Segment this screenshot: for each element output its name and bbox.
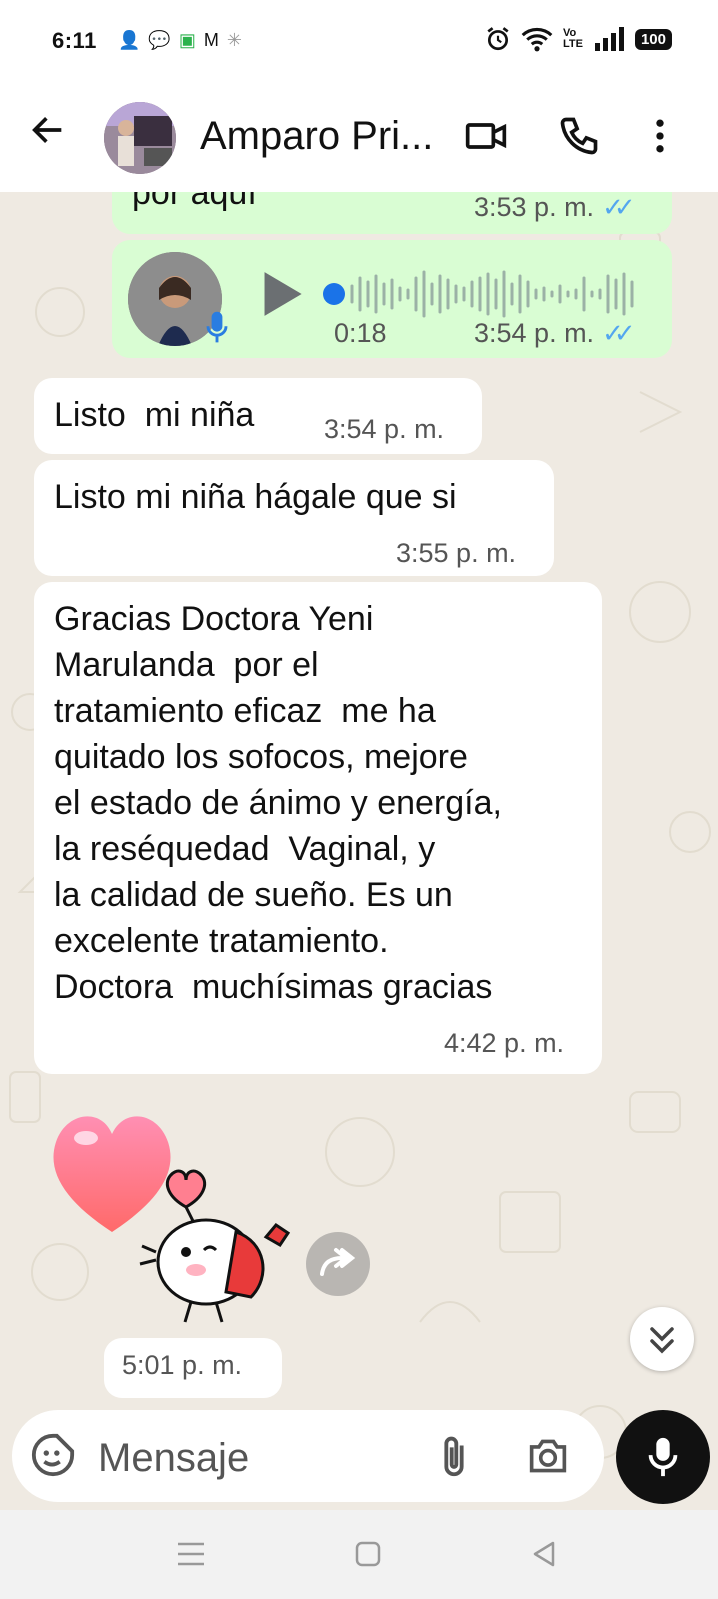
message-time: 3:54 p. m. ✓✓	[474, 318, 635, 349]
system-icons: Vo LTE 100	[485, 26, 672, 52]
contact-name[interactable]: Amparo Pri...	[200, 114, 433, 159]
system-nav-bar	[0, 1510, 718, 1599]
message-line: quitado los sofocos, mejore	[54, 738, 468, 776]
recents-icon[interactable]	[176, 1540, 206, 1568]
play-icon[interactable]	[260, 270, 304, 318]
scroll-to-bottom-button[interactable]	[630, 1307, 694, 1371]
back-nav-icon[interactable]	[530, 1540, 558, 1568]
phone-icon[interactable]	[557, 114, 601, 158]
message-line: la reséquedad Vaginal, y	[54, 830, 436, 868]
mic-small-icon	[206, 311, 228, 343]
message-line: excelente tratamiento.	[54, 922, 389, 960]
message-line: la calidad de sueño. Es un	[54, 876, 453, 914]
voice-record-button[interactable]	[616, 1410, 710, 1504]
home-icon[interactable]	[354, 1540, 382, 1568]
message-bubble-outgoing[interactable]: por aquí 3:53 p. m. ✓✓	[112, 192, 672, 234]
wifi-icon	[521, 27, 553, 52]
message-line: tratamiento eficaz me ha	[54, 692, 436, 730]
message-input[interactable]: Mensaje	[98, 1436, 249, 1481]
loading-icon: ✳	[226, 30, 242, 50]
message-text: por aquí	[132, 192, 257, 212]
attach-icon[interactable]	[436, 1434, 472, 1480]
message-composer[interactable]: Mensaje	[12, 1410, 604, 1502]
voice-duration: 0:18	[334, 318, 387, 348]
person-add-icon: 👤	[118, 30, 141, 50]
time-label: 3:53 p. m.	[474, 192, 595, 222]
more-vert-icon[interactable]	[638, 114, 682, 158]
message-time: 4:42 p. m.	[444, 1028, 565, 1058]
alarm-icon	[487, 27, 509, 51]
forward-button[interactable]	[306, 1232, 370, 1296]
emoji-sticker-icon[interactable]	[30, 1432, 76, 1478]
message-line: el estado de ánimo y energía,	[54, 784, 502, 822]
chat-icon: 💬	[148, 30, 171, 50]
message-text: Gracias Doctora Yeni Marulanda por el tr…	[54, 596, 502, 1010]
voice-message-bubble[interactable]: 0:18 3:54 p. m. ✓✓	[112, 240, 672, 358]
message-time: 5:01 p. m.	[122, 1350, 243, 1380]
status-bar: 6:11 👤 💬 ▣ M ✳ Vo LTE 100	[0, 0, 718, 82]
video-call-icon[interactable]	[464, 114, 508, 158]
notification-icons: 👤 💬 ▣ M ✳	[118, 30, 242, 50]
mic-icon	[648, 1437, 678, 1477]
message-bubble-incoming[interactable]: Listo mi niña 3:54 p. m.	[34, 378, 482, 454]
double-chevron-down-icon	[650, 1327, 674, 1354]
message-time: 3:55 p. m.	[396, 538, 517, 568]
volte-label: Vo LTE	[562, 27, 583, 50]
message-time: 3:53 p. m. ✓✓	[474, 192, 635, 223]
app-icon: ▣	[178, 30, 196, 50]
message-line: Doctora muchísimas gracias	[54, 968, 493, 1006]
message-text: Listo mi niña hágale que si	[54, 478, 457, 516]
message-bubble-incoming[interactable]: Gracias Doctora Yeni Marulanda por el tr…	[34, 582, 602, 1074]
camera-icon[interactable]	[526, 1436, 570, 1476]
message-time: 3:54 p. m.	[324, 414, 445, 444]
message-bubble-incoming[interactable]: Listo mi niña hágale que si 3:55 p. m.	[34, 460, 554, 576]
avatar[interactable]	[104, 102, 176, 174]
battery-indicator: 100	[634, 28, 672, 50]
audio-waveform[interactable]	[320, 268, 650, 320]
message-text: Listo mi niña	[54, 396, 255, 434]
back-arrow-icon[interactable]	[28, 110, 68, 150]
status-time: 6:11	[52, 28, 97, 53]
signal-icon	[594, 27, 624, 51]
double-check-icon: ✓✓	[602, 318, 635, 348]
message-line: Marulanda por el	[54, 646, 319, 684]
time-label: 3:54 p. m.	[474, 318, 595, 348]
gmail-icon: M	[203, 30, 219, 50]
chat-area[interactable]: por aquí 3:53 p. m. ✓✓ 0:18 3:54 p. m. ✓✓ …	[0, 192, 718, 1510]
double-check-icon: ✓✓	[602, 192, 635, 222]
message-line: Gracias Doctora Yeni	[54, 600, 374, 638]
chat-header: Amparo Pri...	[0, 82, 718, 192]
sticker-time-bubble: 5:01 p. m.	[104, 1338, 282, 1398]
forward-icon	[320, 1248, 356, 1276]
heart-sticker[interactable]	[46, 1102, 378, 1332]
